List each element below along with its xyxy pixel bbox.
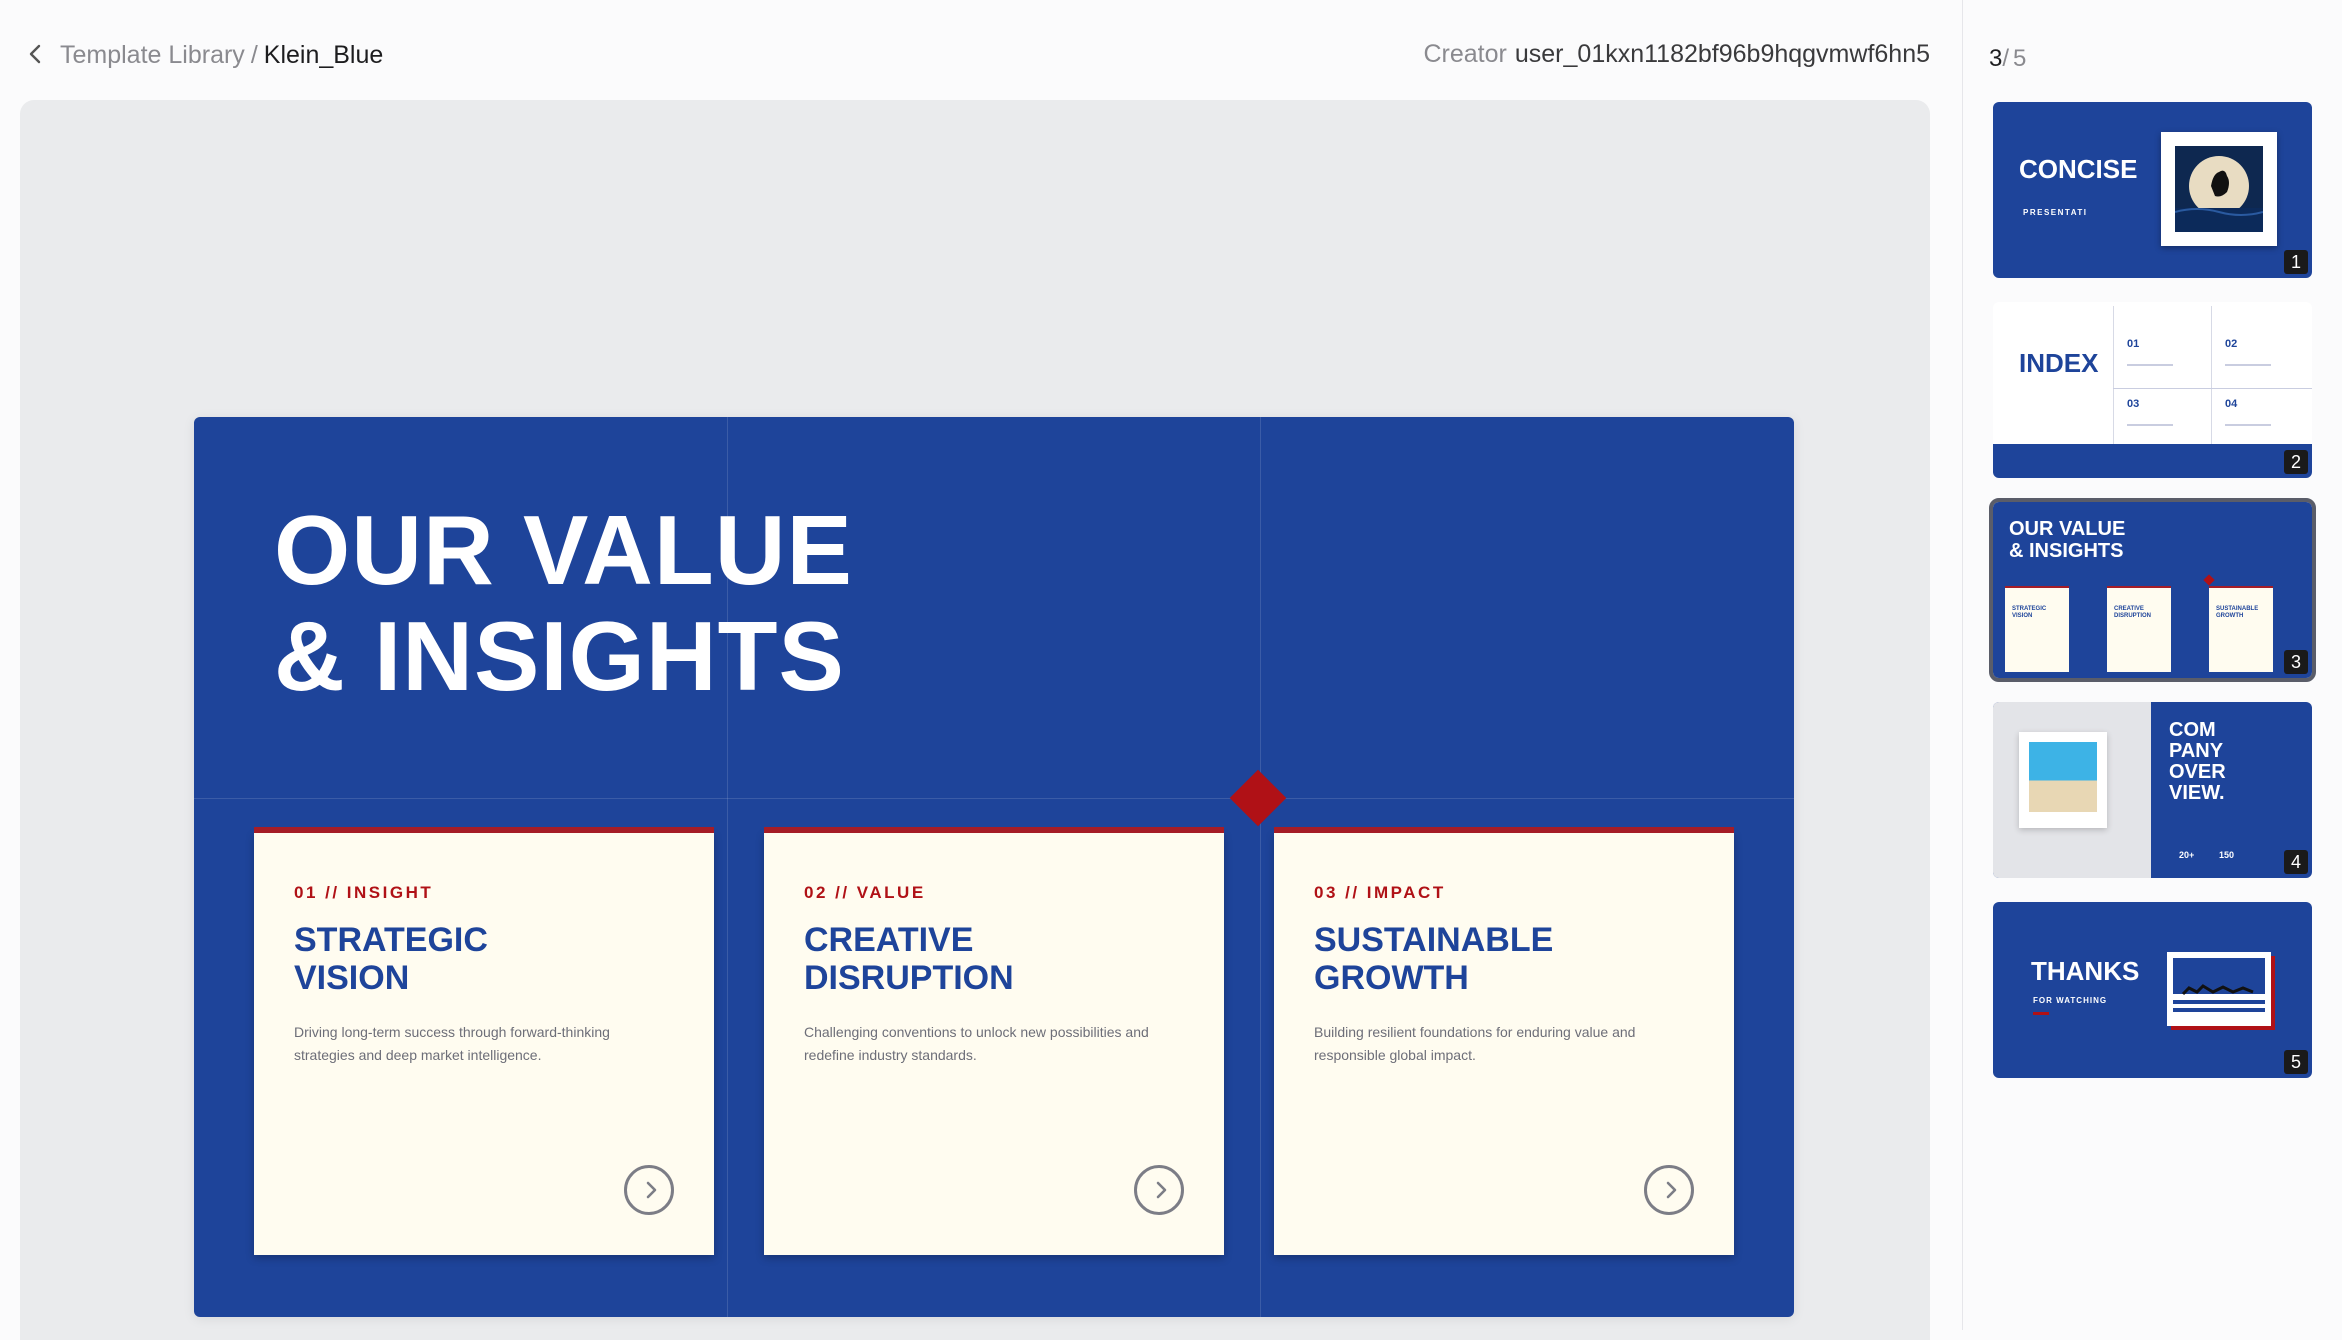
red-diamond-marker	[2203, 574, 2215, 586]
card-title: STRATEGIC VISION	[294, 921, 488, 997]
value-card-impact: 03 // IMPACT SUSTAINABLE GROWTH Building…	[1274, 827, 1734, 1255]
thumb-image-panel	[1993, 702, 2151, 878]
value-card-value: 02 // VALUE CREATIVE DISRUPTION Challeng…	[764, 827, 1224, 1255]
card-description: Building resilient foundations for endur…	[1314, 1024, 1636, 1063]
red-accent-bar	[2033, 1012, 2049, 1015]
card-title-line1: CREATIVE	[804, 921, 974, 959]
thumb-card: STRATEGIC VISION	[2005, 586, 2069, 672]
red-diamond-marker	[1229, 769, 1287, 827]
thumb-card-title-line2: DISRUPTION	[2114, 613, 2152, 619]
thumb-number: 2	[2284, 450, 2308, 474]
circle-chevron-right-icon[interactable]	[1644, 1165, 1694, 1215]
breadcrumb-template-library-link[interactable]: Template Library	[60, 41, 245, 69]
slide-thumbnail-sidebar: 3/5 CONCISE PRESENTATI 1 INDEX 01 02 03 …	[1962, 0, 2342, 1330]
slide-title: OUR VALUE & INSIGHTS	[274, 497, 853, 709]
thumb-text-placeholder	[2225, 424, 2271, 426]
framed-photo-image	[2019, 732, 2107, 828]
card-tag: 02 // VALUE	[804, 883, 926, 902]
thumb-stat: 20+	[2179, 850, 2195, 860]
framed-artwork-image	[2167, 952, 2271, 1026]
thumb-title-line: OVER	[2169, 761, 2226, 783]
circle-chevron-right-icon[interactable]	[624, 1165, 674, 1215]
creator-label: Creator	[1423, 40, 1507, 68]
index-item-number: 04	[2225, 398, 2238, 410]
thumb-divider	[2113, 306, 2114, 444]
thumb-title: OUR VALUE & INSIGHTS	[2009, 518, 2125, 562]
slide-title-line2: & INSIGHTS	[274, 601, 845, 711]
thumb-number: 3	[2284, 650, 2308, 674]
index-item-number: 02	[2225, 338, 2238, 350]
value-card-insight: 01 // INSIGHT STRATEGIC VISION Driving l…	[254, 827, 714, 1255]
index-item-number: 01	[2127, 338, 2140, 350]
thumb-text-placeholder	[2127, 424, 2173, 426]
thumb-subtitle: FOR WATCHING	[2033, 996, 2108, 1005]
thumb-artwork	[2173, 958, 2265, 1020]
thumb-divider	[2113, 388, 2312, 389]
slide-thumbnail-4[interactable]: COM PANY OVER VIEW. 20+ 150 4	[1993, 702, 2312, 878]
thumb-card: SUSTAINABLE GROWTH	[2209, 586, 2273, 672]
creator-value: user_01kxn1182bf96b9hqgvmwf6hn5	[1514, 40, 1930, 68]
thumb-title-line: VIEW.	[2169, 782, 2225, 804]
thumb-text-placeholder	[2225, 364, 2271, 366]
thumb-title: CONCISE	[2019, 154, 2138, 184]
thumb-card-title-line2: GROWTH	[2216, 613, 2244, 619]
slide-thumbnail-2[interactable]: INDEX 01 02 03 04 2	[1993, 302, 2312, 478]
index-item-number: 03	[2127, 398, 2140, 410]
page-counter-separator: /	[2002, 45, 2010, 72]
thumb-title-line1: OUR VALUE	[2009, 518, 2126, 540]
card-description: Driving long-term success through forwar…	[294, 1024, 610, 1063]
card-title: SUSTAINABLE GROWTH	[1314, 921, 1553, 997]
thumb-card-title-line1: CREATIVE	[2114, 606, 2144, 612]
thumb-footer-bar	[1993, 444, 2312, 478]
thumb-card-title-line2: VISION	[2012, 613, 2033, 619]
card-tag: 03 // IMPACT	[1314, 883, 1446, 902]
thumb-title-line: PANY	[2169, 740, 2224, 762]
thumb-subtitle: PRESENTATI	[2023, 208, 2088, 217]
thumb-artwork	[2175, 146, 2263, 232]
thumb-title: THANKS	[2031, 956, 2140, 986]
breadcrumb: Template Library / Klein_Blue	[60, 39, 383, 71]
card-tag: 01 // INSIGHT	[294, 883, 434, 902]
card-title-line2: DISRUPTION	[804, 959, 1014, 997]
card-title-line2: GROWTH	[1314, 959, 1469, 997]
creator-info: Creator user_01kxn1182bf96b9hqgvmwf6hn5	[1424, 38, 1931, 70]
card-description: Challenging conventions to unlock new po…	[804, 1024, 1149, 1063]
thumb-divider	[2211, 306, 2212, 444]
card-title: CREATIVE DISRUPTION	[804, 921, 1014, 997]
slide-thumbnail-3[interactable]: OUR VALUE & INSIGHTS STRATEGIC VISION CRE…	[1989, 498, 2316, 682]
thumb-stat: 150	[2219, 850, 2235, 860]
thumb-card-title-line1: SUSTAINABLE	[2216, 606, 2259, 612]
slide-thumbnail-1[interactable]: CONCISE PRESENTATI 1	[1993, 102, 2312, 278]
thumb-title: INDEX	[2019, 348, 2099, 378]
thumb-number: 5	[2284, 1050, 2308, 1074]
top-header: Template Library / Klein_Blue Creator user_…	[0, 0, 1960, 100]
current-page-number: 3	[1989, 45, 2003, 72]
thumb-title-line2: & INSIGHTS	[2009, 540, 2124, 562]
slide-title-line1: OUR VALUE	[274, 495, 853, 605]
page-counter: 3/5	[1989, 45, 2026, 73]
thumb-text-placeholder	[2127, 364, 2173, 366]
grid-line	[194, 798, 1794, 799]
circle-chevron-right-icon[interactable]	[1134, 1165, 1184, 1215]
card-title-line1: STRATEGIC	[294, 921, 488, 959]
framed-artwork-image	[2161, 132, 2277, 246]
thumb-card: CREATIVE DISRUPTION	[2107, 586, 2171, 672]
thumb-title: COM PANY OVER VIEW.	[2169, 720, 2226, 804]
thumb-number: 4	[2284, 850, 2308, 874]
grid-line	[1260, 417, 1261, 1317]
breadcrumb-separator: /	[250, 41, 258, 69]
thumb-number: 1	[2284, 250, 2308, 274]
card-title-line1: SUSTAINABLE	[1314, 921, 1554, 959]
slide-thumbnail-5[interactable]: THANKS FOR WATCHING 5	[1993, 902, 2312, 1078]
card-title-line2: VISION	[294, 959, 410, 997]
thumb-card-title-line1: STRATEGIC	[2012, 606, 2047, 612]
back-chevron-icon[interactable]	[24, 40, 48, 68]
breadcrumb-current-template: Klein_Blue	[263, 41, 384, 69]
slide-canvas: OUR VALUE & INSIGHTS 01 // INSIGHT STRAT…	[20, 100, 1930, 1340]
total-pages: 5	[2013, 45, 2027, 72]
thumb-title-line: COM	[2169, 719, 2216, 741]
slide-preview: OUR VALUE & INSIGHTS 01 // INSIGHT STRAT…	[194, 417, 1794, 1317]
